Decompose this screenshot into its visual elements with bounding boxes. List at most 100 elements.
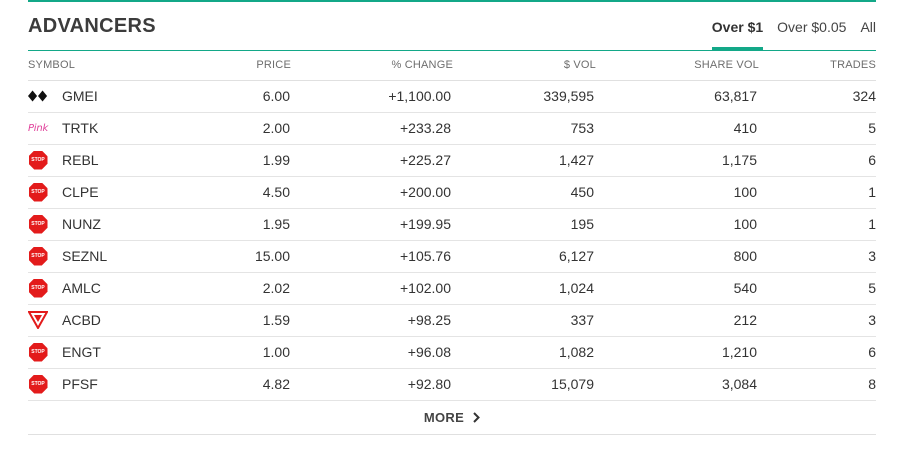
price-cell: 1.95 [168, 208, 291, 241]
table-row[interactable]: STOP CLPE 4.50 +200.00 450 100 1 [28, 176, 876, 209]
share-vol-cell: 800 [596, 240, 759, 273]
dollar-vol-cell: 6,127 [453, 240, 596, 273]
symbol-cell: STOP ENGT [28, 336, 168, 369]
symbol-link[interactable]: TRTK [62, 120, 98, 136]
share-vol-cell: 63,817 [596, 80, 759, 113]
dollar-vol-cell: 337 [453, 304, 596, 337]
pink-tier-icon: Pink [27, 122, 49, 134]
change-cell: +105.76 [291, 240, 453, 273]
column-header-price[interactable]: PRICE [168, 51, 291, 81]
diamond-icon [28, 86, 48, 106]
symbol-cell: STOP AMLC [28, 272, 168, 305]
symbol-link[interactable]: ENGT [62, 344, 101, 360]
stop-sign-icon: STOP [28, 150, 48, 170]
symbol-cell: ACBD [28, 304, 168, 337]
price-cell: 2.02 [168, 272, 291, 305]
dollar-vol-cell: 1,082 [453, 336, 596, 369]
price-cell: 1.00 [168, 336, 291, 369]
column-header-symbol[interactable]: SYMBOL [28, 51, 168, 81]
stop-sign-icon: STOP [28, 214, 48, 234]
share-vol-cell: 100 [596, 176, 759, 209]
symbol-cell: STOP NUNZ [28, 208, 168, 241]
trades-cell: 5 [759, 272, 876, 305]
change-cell: +225.27 [291, 144, 453, 177]
dollar-vol-cell: 1,024 [453, 272, 596, 305]
symbol-cell: STOP SEZNL [28, 240, 168, 273]
price-cell: 15.00 [168, 240, 291, 273]
share-vol-cell: 1,175 [596, 144, 759, 177]
symbol-link[interactable]: SEZNL [62, 248, 107, 264]
dollar-vol-cell: 195 [453, 208, 596, 241]
column-header-share-vol[interactable]: SHARE VOL [596, 51, 759, 81]
table-row[interactable]: STOP SEZNL 15.00 +105.76 6,127 800 3 [28, 240, 876, 273]
tab-all[interactable]: All [860, 19, 876, 50]
tab-over-005[interactable]: Over $0.05 [777, 19, 846, 50]
share-vol-cell: 1,210 [596, 336, 759, 369]
trades-cell: 6 [759, 336, 876, 369]
table-row[interactable]: ACBD 1.59 +98.25 337 212 3 [28, 304, 876, 337]
price-cell: 1.59 [168, 304, 291, 337]
column-header-change[interactable]: % CHANGE [291, 51, 453, 81]
change-cell: +233.28 [291, 112, 453, 145]
share-vol-cell: 100 [596, 208, 759, 241]
trades-cell: 5 [759, 112, 876, 145]
table-row[interactable]: GMEI 6.00 +1,100.00 339,595 63,817 324 [28, 80, 876, 113]
trades-cell: 1 [759, 176, 876, 209]
column-header-dollar-vol[interactable]: $ VOL [453, 51, 596, 81]
stop-sign-icon: STOP [28, 374, 48, 394]
trades-cell: 324 [759, 80, 876, 113]
share-vol-cell: 3,084 [596, 368, 759, 401]
symbol-cell: STOP REBL [28, 144, 168, 177]
symbol-link[interactable]: REBL [62, 152, 99, 168]
table-row[interactable]: STOP ENGT 1.00 +96.08 1,082 1,210 6 [28, 336, 876, 369]
change-cell: +1,100.00 [291, 80, 453, 113]
symbol-link[interactable]: CLPE [62, 184, 99, 200]
panel-title: ADVANCERS [28, 15, 156, 37]
dollar-vol-cell: 450 [453, 176, 596, 209]
trades-cell: 3 [759, 304, 876, 337]
dollar-vol-cell: 15,079 [453, 368, 596, 401]
price-cell: 4.82 [168, 368, 291, 401]
symbol-link[interactable]: AMLC [62, 280, 101, 296]
price-cell: 2.00 [168, 112, 291, 145]
dollar-vol-cell: 1,427 [453, 144, 596, 177]
symbol-link[interactable]: NUNZ [62, 216, 101, 232]
caveat-emptor-icon [28, 310, 48, 330]
change-cell: +98.25 [291, 304, 453, 337]
price-filter-tabs: Over $1 Over $0.05 All [698, 19, 876, 50]
share-vol-cell: 540 [596, 272, 759, 305]
chevron-right-icon [473, 411, 481, 423]
more-button[interactable]: MORE [423, 409, 481, 425]
symbol-cell: STOP PFSF [28, 368, 168, 401]
tab-over-1[interactable]: Over $1 [711, 19, 764, 50]
trades-cell: 3 [759, 240, 876, 273]
stop-sign-icon: STOP [28, 342, 48, 362]
share-vol-cell: 410 [596, 112, 759, 145]
change-cell: +102.00 [291, 272, 453, 305]
change-cell: +96.08 [291, 336, 453, 369]
table-row[interactable]: STOP AMLC 2.02 +102.00 1,024 540 5 [28, 272, 876, 305]
table-row[interactable]: Pink TRTK 2.00 +233.28 753 410 5 [27, 112, 876, 145]
symbol-link[interactable]: GMEI [62, 88, 98, 104]
dollar-vol-cell: 339,595 [453, 80, 596, 113]
symbol-cell: GMEI [28, 80, 168, 113]
change-cell: +200.00 [291, 176, 453, 209]
advancers-panel: ADVANCERS Over $1 Over $0.05 All SYMBOL … [28, 0, 876, 435]
price-cell: 6.00 [168, 80, 291, 113]
table-row[interactable]: STOP REBL 1.99 +225.27 1,427 1,175 6 [28, 144, 876, 177]
trades-cell: 6 [759, 144, 876, 177]
symbol-link[interactable]: PFSF [62, 376, 98, 392]
more-label: MORE [423, 409, 465, 425]
symbol-cell: STOP CLPE [28, 176, 168, 209]
table-row[interactable]: STOP PFSF 4.82 +92.80 15,079 3,084 8 [28, 368, 876, 401]
price-cell: 4.50 [168, 176, 291, 209]
trades-cell: 1 [759, 208, 876, 241]
trades-cell: 8 [759, 368, 876, 401]
stop-sign-icon: STOP [28, 246, 48, 266]
panel-header: ADVANCERS Over $1 Over $0.05 All [28, 2, 876, 50]
symbol-link[interactable]: ACBD [62, 312, 101, 328]
table-header-row: SYMBOL PRICE % CHANGE $ VOL SHARE VOL TR… [28, 51, 876, 81]
column-header-trades[interactable]: TRADES [759, 51, 876, 81]
table-row[interactable]: STOP NUNZ 1.95 +199.95 195 100 1 [28, 208, 876, 241]
change-cell: +92.80 [291, 368, 453, 401]
